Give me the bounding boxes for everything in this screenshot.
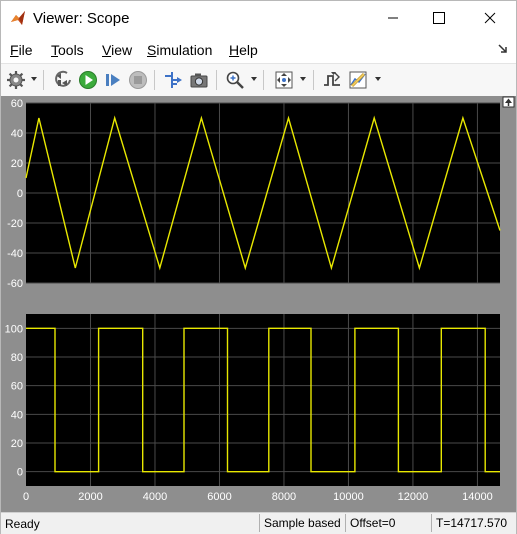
toolbar-separator <box>263 70 264 90</box>
settings-gear-icon[interactable] <box>6 70 26 90</box>
stop-icon[interactable] <box>128 70 148 90</box>
undock-arrow-icon[interactable] <box>498 44 508 54</box>
menu-tools-mnemonic: T <box>51 42 58 58</box>
maximize-icon <box>433 12 445 24</box>
zoom-in-icon[interactable] <box>225 70 245 90</box>
upper-ytick-label: -40 <box>7 248 23 260</box>
xtick-label: 0 <box>23 491 29 503</box>
minimize-icon <box>388 17 398 19</box>
xtick-label: 6000 <box>207 491 231 503</box>
upper-ytick-label: 20 <box>11 158 23 170</box>
measurements-dropdown-arrow[interactable] <box>375 77 381 81</box>
lower-axes[interactable] <box>26 314 500 486</box>
settings-dropdown-arrow[interactable] <box>31 77 37 81</box>
toolbar <box>1 63 516 97</box>
toolbar-separator <box>313 70 314 90</box>
toolbar-separator <box>216 70 217 90</box>
upper-ytick-label: 40 <box>11 128 23 140</box>
lower-ytick-label: 40 <box>11 409 23 421</box>
upper-ytick-label: -60 <box>7 278 23 290</box>
highlight-signal-icon[interactable] <box>163 70 183 90</box>
autoscale-dropdown-arrow[interactable] <box>300 77 306 81</box>
status-mode: Sample based <box>259 514 345 532</box>
step-forward-icon[interactable] <box>103 70 123 90</box>
xtick-label: 8000 <box>272 491 296 503</box>
menu-tools-label: ools <box>58 42 84 58</box>
axes-undock-icon[interactable] <box>502 96 515 108</box>
close-button[interactable] <box>467 1 513 35</box>
menu-simulation-label: imulation <box>156 42 213 58</box>
menu-file-label: ile <box>18 42 33 58</box>
menu-view-mnemonic: V <box>102 42 112 58</box>
lower-ytick-label: 100 <box>5 323 23 335</box>
step-back-icon[interactable] <box>53 70 73 90</box>
menu-file[interactable]: File <box>10 42 33 58</box>
maximize-button[interactable] <box>416 1 462 35</box>
scope-window: Viewer: Scope File Tools View Simulation… <box>0 0 517 534</box>
upper-ytick-label: 60 <box>11 98 23 110</box>
menu-bar: File Tools View Simulation Help <box>1 39 516 61</box>
xtick-label: 10000 <box>333 491 364 503</box>
status-bar: Ready Sample based Offset=0 T=14717.570 <box>1 512 516 534</box>
lower-ytick-label: 0 <box>17 467 23 479</box>
minimize-button[interactable] <box>370 1 416 35</box>
menu-help[interactable]: Help <box>229 42 258 58</box>
menu-simulation[interactable]: Simulation <box>147 42 212 58</box>
triggers-icon[interactable] <box>322 70 342 90</box>
window-title: Viewer: Scope <box>33 10 130 27</box>
lower-ytick-label: 60 <box>11 381 23 393</box>
status-ready-text: Ready <box>5 517 40 531</box>
menu-view-label: iew <box>111 42 133 58</box>
zoom-dropdown-arrow[interactable] <box>251 77 257 81</box>
status-offset: Offset=0 <box>345 514 431 532</box>
toolbar-separator <box>154 70 155 90</box>
menu-file-mnemonic: F <box>10 42 19 58</box>
lower-ytick-label: 80 <box>11 352 23 364</box>
title-bar[interactable]: Viewer: Scope <box>1 1 516 37</box>
menu-tools[interactable]: Tools <box>51 42 84 58</box>
menu-simulation-mnemonic: S <box>147 42 157 58</box>
autoscale-icon[interactable] <box>274 70 294 90</box>
upper-ytick-label: 0 <box>17 188 23 200</box>
xtick-label: 14000 <box>462 491 493 503</box>
matlab-logo-icon <box>11 11 25 25</box>
close-icon <box>484 12 496 24</box>
scope-display: 60 40 20 0 -20 -40 -60 100 80 60 40 20 0 0 2000 4000 6… <box>1 96 516 512</box>
xtick-label: 2000 <box>78 491 102 503</box>
scope-plots[interactable]: 60 40 20 0 -20 -40 -60 100 80 60 40 20 0 0 2000 4000 6… <box>1 96 516 512</box>
menu-view[interactable]: View <box>102 42 132 58</box>
camera-snapshot-icon[interactable] <box>189 70 209 90</box>
xtick-label: 12000 <box>398 491 429 503</box>
menu-help-mnemonic: H <box>229 42 240 58</box>
menu-help-label: elp <box>239 42 258 58</box>
run-icon[interactable] <box>78 70 98 90</box>
measurements-icon[interactable] <box>348 70 368 90</box>
xtick-label: 4000 <box>143 491 167 503</box>
lower-ytick-label: 20 <box>11 438 23 450</box>
status-time: T=14717.570 <box>431 514 516 532</box>
upper-ytick-label: -20 <box>7 218 23 230</box>
toolbar-separator <box>43 70 44 90</box>
